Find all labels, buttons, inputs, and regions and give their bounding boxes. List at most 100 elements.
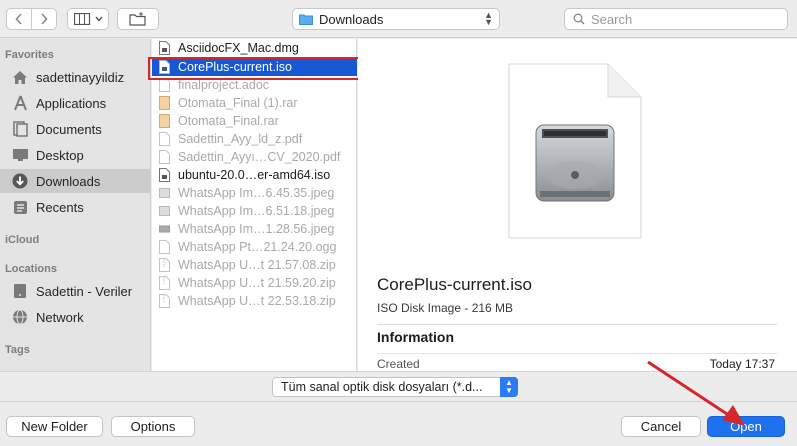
- options-button[interactable]: Options: [111, 416, 195, 437]
- sidebar-item-label: Recents: [36, 199, 84, 215]
- file-row[interactable]: WhatsApp Im…6.45.35.jpeg: [152, 184, 357, 202]
- sidebar-header-tags: Tags: [5, 344, 30, 356]
- image-file-icon: [159, 206, 170, 216]
- file-row[interactable]: Otomata_Final (1).rar: [152, 94, 357, 112]
- sidebar-item-label: Documents: [36, 121, 102, 137]
- sidebar-item-home[interactable]: sadettinayyildiz: [0, 65, 150, 89]
- file-row[interactable]: WhatsApp U…t 21.59.20.zip: [152, 274, 357, 292]
- preview-kind: ISO Disk Image - 216 MB: [377, 301, 514, 315]
- sidebar-item-recents[interactable]: Recents: [0, 195, 150, 219]
- search-input[interactable]: [591, 11, 771, 27]
- sidebar-item-applications[interactable]: Applications: [0, 91, 150, 115]
- sidebar-item-label: sadettinayyildiz: [36, 69, 125, 85]
- zip-file-icon: [159, 258, 170, 272]
- updown-icon: ▲ ▼: [500, 377, 518, 397]
- sidebar-item-downloads[interactable]: Downloads: [0, 169, 150, 193]
- sidebar: Favorites sadettinayyildiz Applications …: [0, 39, 151, 371]
- file-icon: [159, 168, 170, 182]
- sidebar-item-label: Downloads: [36, 173, 101, 189]
- file-icon: [159, 78, 170, 92]
- sidebar-item-label: Network: [36, 309, 84, 325]
- file-icon: [159, 41, 170, 55]
- sidebar-header-locations: Locations: [5, 263, 57, 275]
- divider: [377, 353, 777, 354]
- view-mode-button[interactable]: [67, 8, 109, 30]
- sidebar-item-desktop[interactable]: Desktop: [0, 143, 150, 167]
- file-name: Otomata_Final.rar: [178, 114, 279, 128]
- disk-image-icon: [508, 63, 642, 239]
- applications-icon: [11, 94, 29, 112]
- file-name: Sadettin_Ayyı…CV_2020.pdf: [178, 150, 341, 164]
- audio-file-icon: [159, 240, 170, 254]
- cancel-button[interactable]: Cancel: [621, 416, 701, 437]
- file-row[interactable]: WhatsApp Im…1.28.56.jpeg: [152, 220, 357, 238]
- preview-info-header: Information: [377, 329, 454, 345]
- annotation-highlight-box: [148, 57, 384, 80]
- desktop-icon: [11, 146, 29, 164]
- file-row[interactable]: Sadettin_Ayyı…CV_2020.pdf: [152, 148, 357, 166]
- new-folder-toolbar-button[interactable]: [117, 8, 159, 30]
- file-list: AsciidocFX_Mac.dmg CorePlus-current.iso …: [152, 39, 357, 371]
- file-name: AsciidocFX_Mac.dmg: [178, 41, 299, 55]
- pdf-file-icon: [159, 132, 170, 146]
- sidebar-item-sadettin-veriler[interactable]: Sadettin - Veriler: [0, 279, 150, 303]
- button-bar: New Folder Options Cancel Open: [0, 401, 797, 446]
- sidebar-header-favorites: Favorites: [5, 49, 54, 61]
- search-field[interactable]: [564, 8, 788, 30]
- filter-bar: Tüm sanal optik disk dosyaları (*.d... ▲…: [0, 371, 797, 401]
- created-label: Created: [377, 357, 420, 371]
- file-row[interactable]: WhatsApp Im…6.51.18.jpeg: [152, 202, 357, 220]
- file-row[interactable]: ubuntu-20.0…er-amd64.iso: [152, 166, 357, 184]
- file-name: WhatsApp Im…6.45.35.jpeg: [178, 186, 335, 200]
- archive-file-icon: [159, 96, 170, 110]
- sidebar-item-label: Sadettin - Veriler: [36, 283, 133, 299]
- search-icon: [573, 13, 585, 25]
- file-name: WhatsApp Pt…21.24.20.ogg: [178, 240, 337, 254]
- back-button[interactable]: [6, 8, 32, 30]
- file-row[interactable]: WhatsApp U…t 21.57.08.zip: [152, 256, 357, 274]
- file-row[interactable]: Sadettin_Ayy_ld_z.pdf: [152, 130, 357, 148]
- file-name: Sadettin_Ayy_ld_z.pdf: [178, 132, 303, 146]
- file-row[interactable]: AsciidocFX_Mac.dmg: [152, 39, 357, 57]
- divider: [377, 324, 777, 325]
- file-row[interactable]: Otomata_Final.rar: [152, 112, 357, 130]
- home-icon: [11, 68, 29, 86]
- file-type-label: Tüm sanal optik disk dosyaları (*.d...: [281, 380, 483, 394]
- chevron-left-icon: [15, 13, 22, 25]
- chevron-down-icon: [94, 16, 103, 22]
- file-row[interactable]: WhatsApp U…t 22.53.18.zip: [152, 292, 357, 310]
- network-icon: [11, 308, 29, 326]
- forward-button[interactable]: [31, 8, 57, 30]
- file-name: WhatsApp U…t 22.53.18.zip: [178, 294, 336, 308]
- sidebar-item-network[interactable]: Network: [0, 305, 150, 329]
- downloads-icon: [11, 172, 29, 190]
- new-folder-icon: [129, 12, 146, 26]
- location-label: Downloads: [319, 11, 384, 27]
- location-select[interactable]: Downloads ▲ ▼: [292, 8, 500, 30]
- open-button[interactable]: Open: [707, 416, 785, 437]
- archive-file-icon: [159, 114, 170, 128]
- recents-icon: [11, 198, 29, 216]
- zip-file-icon: [159, 294, 170, 308]
- file-name: ubuntu-20.0…er-amd64.iso: [178, 168, 331, 182]
- folder-icon: [299, 14, 313, 25]
- file-name: WhatsApp U…t 21.59.20.zip: [178, 276, 336, 290]
- sidebar-item-label: Applications: [36, 95, 107, 111]
- file-row[interactable]: WhatsApp Pt…21.24.20.ogg: [152, 238, 357, 256]
- sidebar-header-icloud: iCloud: [5, 234, 40, 246]
- file-type-select[interactable]: Tüm sanal optik disk dosyaları (*.d... ▲…: [272, 377, 518, 397]
- documents-icon: [11, 120, 29, 138]
- file-name: WhatsApp U…t 21.57.08.zip: [178, 258, 336, 272]
- pdf-file-icon: [159, 150, 170, 164]
- new-folder-button[interactable]: New Folder: [6, 416, 103, 437]
- drive-icon: [11, 282, 29, 300]
- chevron-right-icon: [41, 13, 48, 25]
- created-value: Today 17:37: [709, 357, 775, 371]
- file-name: Otomata_Final (1).rar: [178, 96, 298, 110]
- columns-view-icon: [73, 13, 90, 25]
- file-name: WhatsApp Im…1.28.56.jpeg: [178, 222, 335, 236]
- toolbar: Downloads ▲ ▼: [0, 0, 797, 38]
- sidebar-item-label: Desktop: [36, 147, 84, 163]
- zip-file-icon: [159, 276, 170, 290]
- sidebar-item-documents[interactable]: Documents: [0, 117, 150, 141]
